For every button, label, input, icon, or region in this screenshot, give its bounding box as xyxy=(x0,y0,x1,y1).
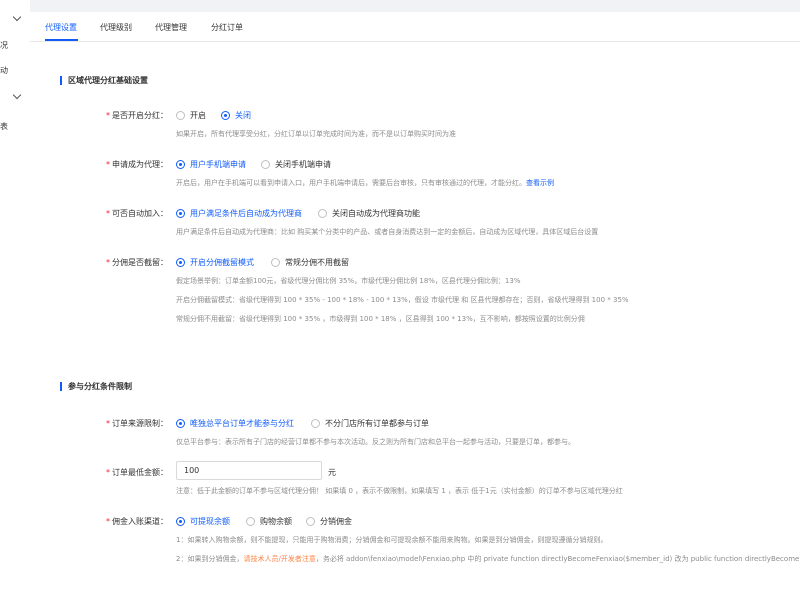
auto-join-hint: 用户满足条件后自动成为代理商：比如 购买某个分类中的产品、或者自身消费达到一定的… xyxy=(176,228,599,236)
retain-hint-off: 常规分佣不用截留：省级代理得到 100 * 35% ，市级得到 100 * 18… xyxy=(176,315,585,323)
retain-hint-example: 假定场景举例：订单金额100元，省级代理分佣比例 35%，市级代理分佣比例 18… xyxy=(176,277,521,285)
apply-agent-label: * 申请成为代理： xyxy=(106,160,168,169)
radio-withdrawable-balance[interactable]: 可提现余额 xyxy=(176,516,230,527)
order-source-label: * 订单来源限制： xyxy=(106,419,168,428)
min-amount-unit: 元 xyxy=(328,468,336,477)
retain-commission-label: * 分佣是否截留： xyxy=(106,258,168,267)
commission-channel-hint-1: 1：如果转入购物余额，则不能提现，只能用于购物消费；分销佣金和可提现余额不能用来… xyxy=(176,536,608,544)
sidebar-item[interactable]: 况 xyxy=(0,40,8,51)
section-title-conditions: 参与分红条件限制 xyxy=(60,382,132,391)
commission-channel-label: * 佣金入账渠道： xyxy=(106,517,168,526)
view-example-link[interactable]: 查看示例 xyxy=(526,179,554,187)
min-amount-hint: 注意：低于此金额的订单不参与区域代理分佣！ 如果填 0 ，表示不做限制，如果填写… xyxy=(176,487,623,495)
min-amount-label: * 订单最低金额： xyxy=(106,468,168,477)
tab-agent-management[interactable]: 代理管理 xyxy=(155,22,187,33)
radio-enable-on[interactable]: 开启 xyxy=(176,110,206,121)
enable-dividend-label: * 是否开启分红： xyxy=(106,111,168,120)
radio-enable-off[interactable]: 关闭 xyxy=(221,110,251,121)
sidebar: 况 动 表 xyxy=(0,0,30,604)
min-amount-input[interactable]: 100 xyxy=(176,461,322,480)
tab-dividend-orders[interactable]: 分红订单 xyxy=(211,22,243,33)
retain-hint-on: 开启分佣截留模式：省级代理得到 100 * 35% - 100 * 18% - … xyxy=(176,296,629,304)
auto-join-label: * 可否自动加入： xyxy=(106,209,168,218)
tab-agent-levels[interactable]: 代理级别 xyxy=(100,22,132,33)
commission-channel-hint-2: 2：如果到分销佣金，请技术人员/开发者注意，务必将 addon\fenxiao\… xyxy=(176,555,800,563)
enable-dividend-hint: 如果开启，所有代理享受分红，分红订单以订单完成时间为准，而不是以订单购买时间为准 xyxy=(176,130,456,138)
radio-retain-off[interactable]: 常规分佣不用截留 xyxy=(271,257,349,268)
radio-retain-on[interactable]: 开启分佣截留模式 xyxy=(176,257,254,268)
radio-auto-join-on[interactable]: 用户满足条件后自动成为代理商 xyxy=(176,208,302,219)
radio-auto-join-off[interactable]: 关闭自动成为代理商功能 xyxy=(318,208,420,219)
tab-agent-settings[interactable]: 代理设置 xyxy=(45,22,77,33)
chevron-down-icon[interactable] xyxy=(12,90,22,100)
radio-distribution-commission[interactable]: 分销佣金 xyxy=(306,516,352,527)
sidebar-item[interactable]: 表 xyxy=(0,121,8,132)
order-source-hint: 仅总平台参与：表示所有子门店的经营订单都不参与本次活动。反之则为所有门店和总平台… xyxy=(176,438,575,446)
active-tab-indicator xyxy=(45,39,78,41)
radio-close-mobile-apply[interactable]: 关闭手机端申请 xyxy=(261,159,331,170)
radio-platform-only[interactable]: 唯独总平台订单才能参与分红 xyxy=(176,418,294,429)
section-title-basic: 区域代理分红基础设置 xyxy=(60,76,148,85)
sidebar-item[interactable]: 动 xyxy=(0,65,8,76)
tab-bar: 代理设置 代理级别 代理管理 分红订单 xyxy=(30,12,800,42)
apply-agent-hint: 开启后，用户在手机端可以看到申请入口，用户手机端申请后，需要后台审核，只有审核通… xyxy=(176,179,554,187)
radio-shopping-balance[interactable]: 购物余额 xyxy=(246,516,292,527)
chevron-down-icon[interactable] xyxy=(12,12,22,22)
radio-all-stores[interactable]: 不分门店所有订单都参与订单 xyxy=(311,418,429,429)
radio-mobile-apply[interactable]: 用户手机端申请 xyxy=(176,159,246,170)
settings-panel: 代理设置 代理级别 代理管理 分红订单 区域代理分红基础设置 * 是否开启分红： … xyxy=(30,12,800,604)
